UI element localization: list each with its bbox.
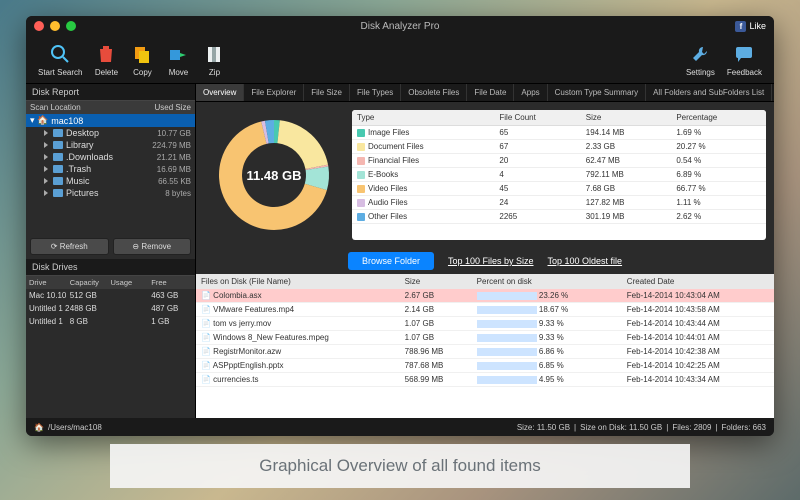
tab-all folders and subfolders list[interactable]: All Folders and SubFolders List [646,84,772,101]
type-row[interactable]: Video Files457.68 GB66.77 % [352,182,766,196]
facebook-icon: f [735,21,746,32]
top-size-link[interactable]: Top 100 Files by Size [448,256,534,266]
tab-overview[interactable]: Overview [196,84,244,101]
type-row[interactable]: Other Files2265301.19 MB2.62 % [352,210,766,224]
file-row[interactable]: 📄 RegistrMonitor.azw788.96 MB 6.86 %Feb-… [196,345,774,359]
status-files: Files: 2809 [672,423,711,432]
drive-row[interactable]: Untitled 1 2488 GB487 GB [26,302,195,315]
caption-banner: Graphical Overview of all found items [110,444,690,488]
folder-tree[interactable]: ▾ 🏠 mac108 Desktop10.77 GB Library224.79… [26,114,195,234]
tab-file size[interactable]: File Size [304,84,350,101]
home-icon: 🏠 [34,423,44,432]
file-row[interactable]: 📄 tom vs jerry.mov1.07 GB 9.33 %Feb-14-2… [196,317,774,331]
wrench-icon [688,42,712,66]
type-row[interactable]: E-Books4792.11 MB6.89 % [352,168,766,182]
disk-report-title: Disk Report [26,84,195,101]
move-icon [166,42,190,66]
tab-file date[interactable]: File Date [467,84,514,101]
status-folders: Folders: 663 [722,423,766,432]
svg-text:11.48 GB: 11.48 GB [247,168,302,183]
type-row[interactable]: Document Files672.33 GB20.27 % [352,140,766,154]
titlebar: Disk Analyzer Pro f Like [26,16,774,36]
file-row[interactable]: 📄 currencies.ts568.99 MB 4.95 %Feb-14-20… [196,373,774,387]
file-types-table: Type File Count Size Percentage Image Fi… [352,110,766,240]
toolbar: Start Search Delete Copy Move Zip Settin… [26,36,774,84]
tree-header: Scan LocationUsed Size [26,101,195,114]
type-row[interactable]: Financial Files2062.47 MB0.54 % [352,154,766,168]
minimize-icon[interactable] [50,21,60,31]
copy-icon [130,42,154,66]
files-table[interactable]: Files on Disk (File Name) Size Percent o… [196,274,774,418]
drives-header: DriveCapacityUsageFree [26,276,195,289]
type-row[interactable]: Audio Files24127.82 MB1.11 % [352,196,766,210]
type-row[interactable]: Image Files65194.14 MB1.69 % [352,126,766,140]
chat-icon [732,42,756,66]
overview-section: 11.48 GB Type File Count Size Percentage… [196,102,774,248]
donut-chart: 11.48 GB [204,110,344,240]
app-window: Disk Analyzer Pro f Like Start Search De… [26,16,774,436]
settings-button[interactable]: Settings [680,39,721,80]
sidebar: Disk Report Scan LocationUsed Size ▾ 🏠 m… [26,84,196,418]
move-button[interactable]: Move [160,39,196,80]
browse-folder-button[interactable]: Browse Folder [348,252,434,270]
zip-button[interactable]: Zip [196,39,232,80]
delete-button[interactable]: Delete [88,39,124,80]
drive-row[interactable]: Untitled 18 GB1 GB [26,315,195,328]
tree-item[interactable]: .Downloads21.21 MB [26,151,195,163]
zoom-icon[interactable] [66,21,76,31]
drive-row[interactable]: Mac 10.10512 GB463 GB [26,289,195,302]
disk-drives-title: Disk Drives [26,259,195,276]
tree-item[interactable]: .Trash16.69 MB [26,163,195,175]
remove-button[interactable]: ⊖ Remove [113,238,192,255]
facebook-like[interactable]: f Like [735,21,766,32]
copy-button[interactable]: Copy [124,39,160,80]
zip-icon [202,42,226,66]
status-disk: Size on Disk: 11.50 GB [580,423,662,432]
status-path: /Users/mac108 [48,423,102,432]
window-title: Disk Analyzer Pro [361,21,440,32]
tab-file explorer[interactable]: File Explorer [244,84,304,101]
tab-file types[interactable]: File Types [350,84,401,101]
tab-custom type summary[interactable]: Custom Type Summary [548,84,646,101]
start-search-button[interactable]: Start Search [32,39,88,80]
file-row[interactable]: 📄 VMware Features.mp42.14 GB 18.67 %Feb-… [196,303,774,317]
action-row: Browse Folder Top 100 Files by Size Top … [196,248,774,274]
close-icon[interactable] [34,21,44,31]
tree-item[interactable]: Library224.79 MB [26,139,195,151]
window-controls [34,21,76,31]
feedback-button[interactable]: Feedback [721,39,768,80]
status-size: Size: 11.50 GB [517,423,570,432]
main-panel: OverviewFile ExplorerFile SizeFile Types… [196,84,774,418]
drives-list[interactable]: Mac 10.10512 GB463 GBUntitled 1 2488 GB4… [26,289,195,418]
tree-root[interactable]: ▾ 🏠 mac108 [26,114,195,127]
tree-item[interactable]: Music66.55 KB [26,175,195,187]
tab-bar: OverviewFile ExplorerFile SizeFile Types… [196,84,774,102]
file-row[interactable]: 📄 ASPpptEnglish.pptx787.68 MB 6.85 %Feb-… [196,359,774,373]
tree-item[interactable]: Pictures8 bytes [26,187,195,199]
trash-icon [94,42,118,66]
status-bar: 🏠 /Users/mac108 Size: 11.50 GB| Size on … [26,418,774,436]
tab-apps[interactable]: Apps [514,84,547,101]
file-row[interactable]: 📄 Colombia.asx2.67 GB 23.26 %Feb-14-2014… [196,289,774,303]
search-icon [48,42,72,66]
tab-obsolete files[interactable]: Obsolete Files [401,84,467,101]
refresh-button[interactable]: ⟳ Refresh [30,238,109,255]
tree-item[interactable]: Desktop10.77 GB [26,127,195,139]
file-row[interactable]: 📄 Windows 8_New Features.mpeg1.07 GB 9.3… [196,331,774,345]
top-oldest-link[interactable]: Top 100 Oldest file [548,256,623,266]
